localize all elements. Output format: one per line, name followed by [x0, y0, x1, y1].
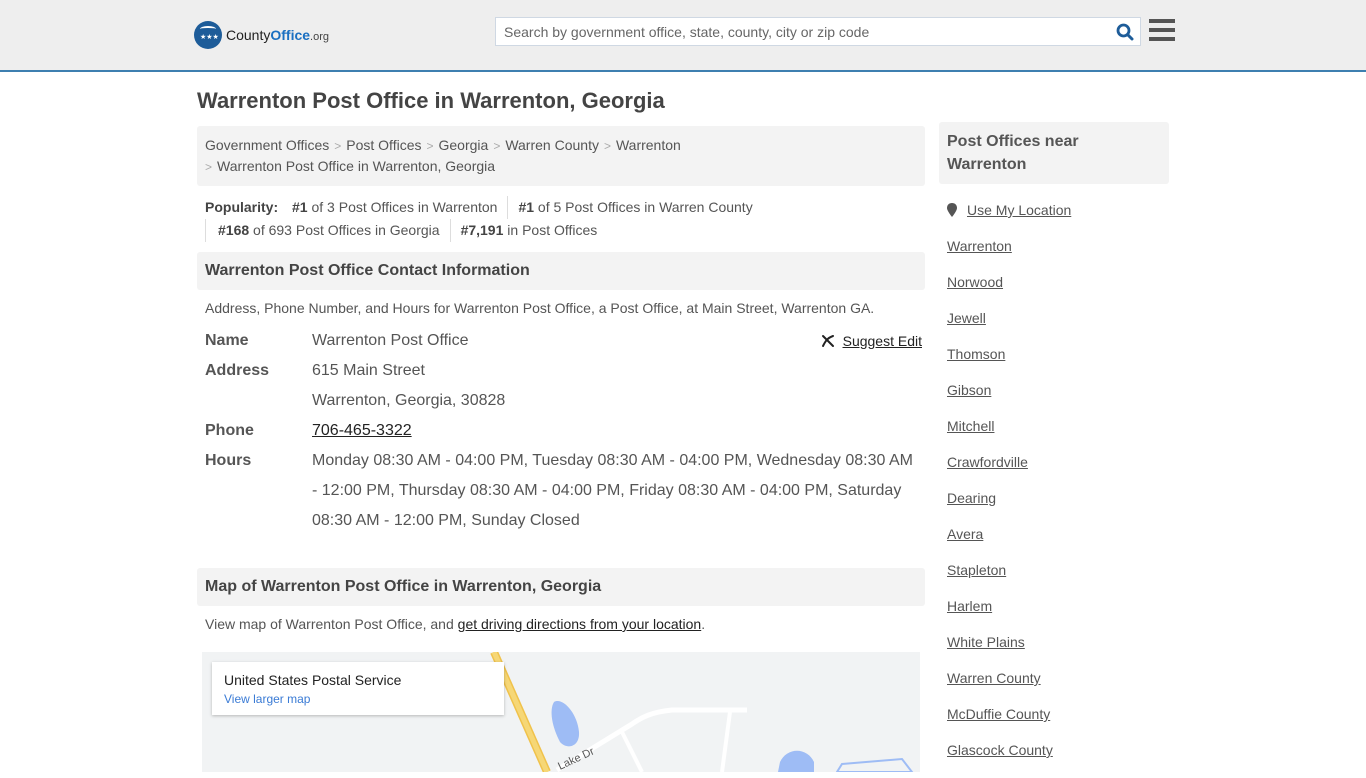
breadcrumb-georgia[interactable]: Georgia [439, 137, 489, 153]
nearby-link-jewell[interactable]: Jewell [947, 310, 1161, 326]
office-name: Warrenton Post Office [312, 332, 469, 349]
popularity: Popularity: #1 of 3 Post Offices in Warr… [197, 186, 925, 242]
nearby-list: Use My Location Warrenton Norwood Jewell… [939, 202, 1169, 758]
popularity-rank-national: #7,191 in Post Offices [449, 219, 608, 242]
logo-text: CountyOffice.org [226, 27, 330, 43]
edit-icon [821, 335, 834, 347]
embedded-map[interactable]: Lake Dr United States Postal Service Vie… [202, 652, 920, 772]
nearby-link-thomson[interactable]: Thomson [947, 346, 1161, 362]
hamburger-menu-icon[interactable] [1149, 19, 1175, 43]
nearby-link-norwood[interactable]: Norwood [947, 274, 1161, 290]
nearby-link-white-plains[interactable]: White Plains [947, 634, 1161, 650]
search-button[interactable] [1110, 18, 1140, 45]
breadcrumb-warren-county[interactable]: Warren County [505, 137, 599, 153]
popularity-rank-state: #168 of 693 Post Offices in Georgia [205, 219, 450, 242]
use-my-location-link[interactable]: Use My Location [967, 202, 1071, 218]
breadcrumb-current: Warrenton Post Office in Warrenton, Geor… [217, 158, 496, 174]
breadcrumb-warrenton[interactable]: Warrenton [616, 137, 681, 153]
sidebar-heading: Post Offices near Warrenton [939, 122, 1169, 184]
contact-heading: Warrenton Post Office Contact Informatio… [197, 252, 925, 290]
search-input[interactable] [496, 23, 1110, 40]
nearby-link-mcduffie-county[interactable]: McDuffie County [947, 706, 1161, 722]
nearby-link-warren-county[interactable]: Warren County [947, 670, 1161, 686]
popularity-rank-city: #1 of 3 Post Offices in Warrenton [292, 199, 498, 215]
nearby-link-warrenton[interactable]: Warrenton [947, 238, 1161, 254]
map-description: View map of Warrenton Post Office, and g… [205, 616, 706, 632]
address-line1: 615 Main Street [312, 362, 425, 379]
nearby-link-mitchell[interactable]: Mitchell [947, 418, 1161, 434]
contact-info: Suggest Edit Name Warrenton Post Office A… [197, 326, 925, 536]
eagle-logo-icon: ★★★ [194, 21, 222, 49]
nearby-link-dearing[interactable]: Dearing [947, 490, 1161, 506]
breadcrumb-government-offices[interactable]: Government Offices [205, 137, 329, 153]
suggest-edit-link[interactable]: Suggest Edit [821, 326, 922, 356]
nearby-link-glascock-county[interactable]: Glascock County [947, 742, 1161, 758]
nearby-link-gibson[interactable]: Gibson [947, 382, 1161, 398]
nearby-link-stapleton[interactable]: Stapleton [947, 562, 1161, 578]
map-heading: Map of Warrenton Post Office in Warrento… [197, 568, 925, 606]
popularity-rank-county: #1 of 5 Post Offices in Warren County [507, 196, 762, 219]
hours-row: Hours Monday 08:30 AM - 04:00 PM, Tuesday… [205, 446, 917, 536]
address-line2: Warrenton, Georgia, 30828 [312, 392, 506, 409]
driving-directions-link[interactable]: get driving directions from your locatio… [458, 616, 702, 632]
nearby-link-avera[interactable]: Avera [947, 526, 1161, 542]
search-bar [495, 17, 1141, 46]
phone-link[interactable]: 706-465-3322 [312, 422, 412, 439]
view-larger-map-link[interactable]: View larger map [224, 692, 492, 706]
sidebar: Post Offices near Warrenton Use My Locat… [939, 122, 1169, 778]
hours-text: Monday 08:30 AM - 04:00 PM, Tuesday 08:3… [312, 452, 913, 529]
location-pin-icon [947, 203, 957, 217]
nearby-link-crawfordville[interactable]: Crawfordville [947, 454, 1161, 470]
breadcrumb-post-offices[interactable]: Post Offices [346, 137, 421, 153]
main-content: Warrenton Post Office in Warrenton, Geor… [197, 74, 925, 772]
popularity-label: Popularity: [205, 199, 279, 215]
page-title: Warrenton Post Office in Warrenton, Geor… [197, 88, 665, 113]
search-icon [1116, 23, 1134, 40]
address-row: Address 615 Main Street [205, 356, 917, 386]
use-location[interactable]: Use My Location [947, 202, 1161, 218]
phone-row: Phone 706-465-3322 [205, 422, 412, 439]
map-place-name: United States Postal Service [224, 672, 402, 688]
breadcrumb: Government Offices > Post Offices > Georgia >… [197, 126, 925, 186]
name-row: Name Warrenton Post Office [205, 326, 917, 356]
site-header: ★★★ CountyOffice.org [0, 0, 1366, 72]
logo[interactable]: ★★★ CountyOffice.org [194, 21, 329, 49]
road-label: Lake Dr [556, 745, 596, 772]
contact-description: Address, Phone Number, and Hours for War… [205, 300, 875, 316]
nearby-link-harlem[interactable]: Harlem [947, 598, 1161, 614]
map-info-card: United States Postal Service View larger… [212, 662, 504, 715]
